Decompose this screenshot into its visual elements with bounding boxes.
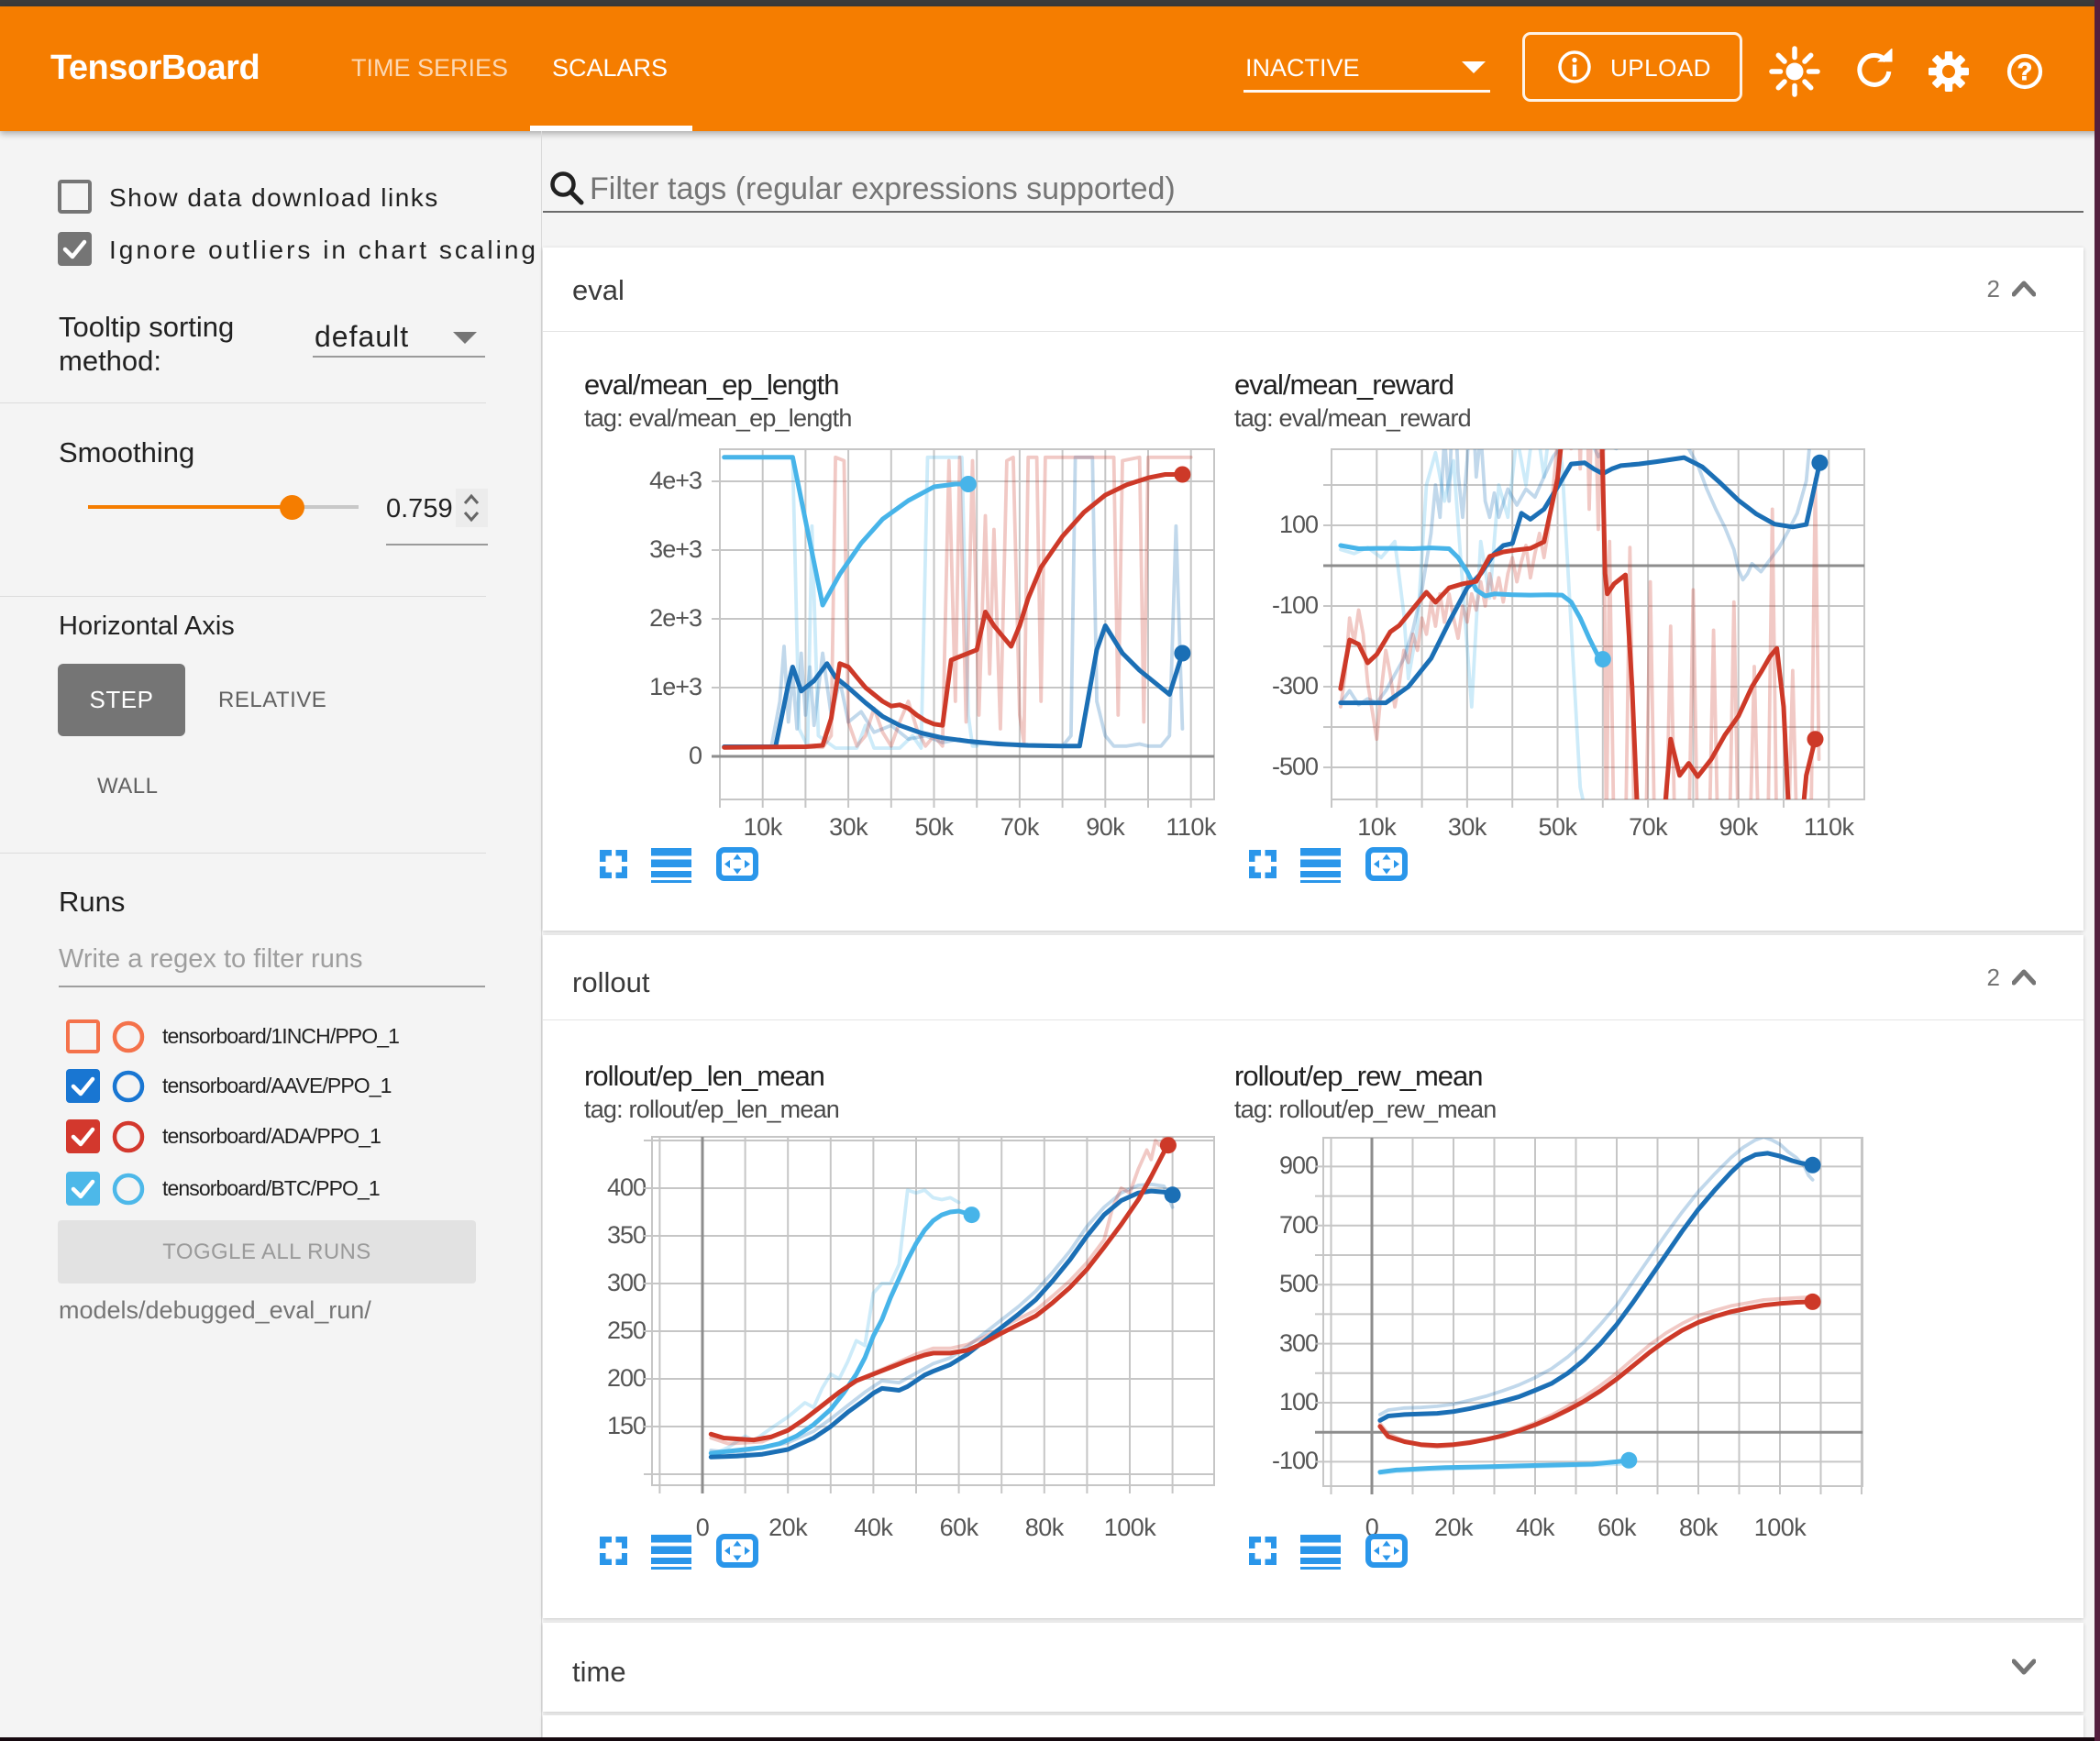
svg-text:?: ? (2017, 58, 2033, 85)
